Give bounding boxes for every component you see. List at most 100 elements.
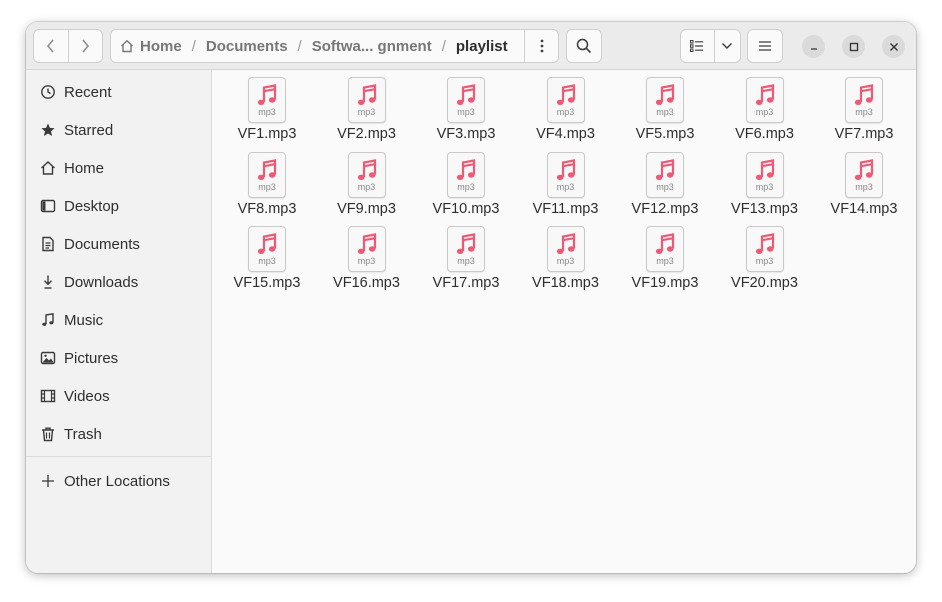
maximize-icon <box>849 42 858 51</box>
close-button[interactable] <box>882 35 905 58</box>
file-name: VF16.mp3 <box>333 275 400 291</box>
back-button[interactable] <box>34 30 68 62</box>
file-extension-label: mp3 <box>457 107 475 117</box>
file-item[interactable]: mp3 VF2.mp3 <box>317 77 417 149</box>
sidebar-divider <box>26 456 212 457</box>
main-menu-button[interactable] <box>747 29 783 63</box>
search-button[interactable] <box>566 29 602 63</box>
file-name: VF10.mp3 <box>432 200 500 217</box>
sidebar-item-label: Other Locations <box>64 472 170 490</box>
audio-file-icon: mp3 <box>347 151 386 198</box>
minimize-button[interactable] <box>802 35 825 58</box>
file-name: VF5.mp3 <box>635 126 695 142</box>
file-name: VF2.mp3 <box>337 126 396 142</box>
breadcrumb-separator: / <box>441 37 446 55</box>
file-name: VF6.mp3 <box>735 126 794 142</box>
file-name: VF13.mp3 <box>731 200 798 217</box>
navigation-buttons <box>33 29 103 63</box>
file-name: VF18.mp3 <box>532 275 599 291</box>
sidebar-item-label: Home <box>64 159 105 177</box>
sidebar-item-trash[interactable]: Trash <box>26 416 212 452</box>
file-item[interactable]: mp3 VF8.mp3 <box>217 151 317 224</box>
file-item[interactable]: mp3 VF5.mp3 <box>615 77 715 149</box>
view-options-dropdown[interactable] <box>713 30 740 62</box>
sidebar-item-documents[interactable]: Documents <box>26 226 212 262</box>
chevron-right-icon <box>82 39 90 53</box>
audio-file-icon: mp3 <box>347 77 386 123</box>
music-note-icon <box>456 84 476 105</box>
path-bar: Home / Documents / Softwa... gnment / pl… <box>110 29 559 63</box>
sidebar-item-videos[interactable]: Videos <box>26 378 212 414</box>
sidebar-item-downloads[interactable]: Downloads <box>26 264 212 300</box>
music-note-icon <box>655 84 675 105</box>
music-note-icon <box>556 233 575 254</box>
file-name: VF12.mp3 <box>631 200 699 217</box>
audio-file-icon: mp3 <box>248 77 286 123</box>
breadcrumb-current-folder[interactable]: playlist <box>456 38 508 55</box>
trash-icon <box>39 425 57 443</box>
music-note-icon <box>257 158 277 180</box>
file-item[interactable]: mp3 VF15.mp3 <box>217 226 317 298</box>
file-name: VF17.mp3 <box>432 275 500 291</box>
path-menu-button[interactable] <box>524 30 558 62</box>
file-item[interactable]: mp3 VF13.mp3 <box>715 151 815 224</box>
breadcrumb-home[interactable]: Home <box>140 38 182 55</box>
sidebar-item-pictures[interactable]: Pictures <box>26 340 212 376</box>
music-note-icon <box>357 84 376 105</box>
audio-file-icon: mp3 <box>546 151 585 198</box>
audio-file-icon: mp3 <box>845 151 883 198</box>
film-icon <box>39 387 57 405</box>
file-item[interactable]: mp3 VF4.mp3 <box>516 77 616 149</box>
file-item[interactable]: mp3 VF7.mp3 <box>814 77 914 149</box>
breadcrumb-software-assignment[interactable]: Softwa... gnment <box>312 38 432 55</box>
file-item[interactable]: mp3 VF1.mp3 <box>217 77 317 149</box>
file-item[interactable]: mp3 VF6.mp3 <box>715 77 815 149</box>
file-name: VF11.mp3 <box>532 200 599 217</box>
file-item[interactable]: mp3 VF11.mp3 <box>516 151 616 224</box>
sidebar-item-label: Recent <box>64 83 112 101</box>
music-note-icon <box>655 233 675 254</box>
audio-file-icon: mp3 <box>248 226 286 272</box>
file-extension-label: mp3 <box>855 181 873 192</box>
file-item[interactable]: mp3 VF9.mp3 <box>317 151 417 224</box>
home-icon[interactable] <box>120 39 134 53</box>
file-extension-label: mp3 <box>556 107 575 117</box>
audio-file-icon: mp3 <box>845 77 883 123</box>
file-item[interactable]: mp3 VF20.mp3 <box>715 226 815 298</box>
file-item[interactable]: mp3 VF17.mp3 <box>416 226 516 298</box>
sidebar-item-recent[interactable]: Recent <box>26 74 212 110</box>
audio-file-icon: mp3 <box>745 77 784 123</box>
breadcrumb-documents[interactable]: Documents <box>206 38 288 55</box>
sidebar-item-music[interactable]: Music <box>26 302 212 338</box>
audio-file-icon: mp3 <box>447 77 485 123</box>
file-extension-label: mp3 <box>755 181 774 192</box>
breadcrumb-separator: / <box>297 37 302 55</box>
sidebar-item-other-locations[interactable]: Other Locations <box>26 463 212 499</box>
sidebar-item-starred[interactable]: Starred <box>26 112 212 148</box>
desktop-icon <box>39 197 57 215</box>
file-item[interactable]: mp3 VF10.mp3 <box>416 151 516 224</box>
file-item[interactable]: mp3 VF16.mp3 <box>317 226 417 298</box>
forward-button[interactable] <box>67 30 102 62</box>
maximize-button[interactable] <box>842 35 865 58</box>
file-extension-label: mp3 <box>556 181 575 192</box>
file-item[interactable]: mp3 VF12.mp3 <box>615 151 715 224</box>
file-item[interactable]: mp3 VF19.mp3 <box>615 226 715 298</box>
sidebar-item-home[interactable]: Home <box>26 150 212 186</box>
headerbar: Home / Documents / Softwa... gnment / pl… <box>26 22 916 70</box>
audio-file-icon: mp3 <box>646 77 684 123</box>
file-extension-label: mp3 <box>258 107 276 117</box>
sidebar-item-desktop[interactable]: Desktop <box>26 188 212 224</box>
file-item[interactable]: mp3 VF18.mp3 <box>516 226 616 298</box>
file-name: VF15.mp3 <box>233 275 301 291</box>
sidebar: Recent Starred Home Desktop Documents Do… <box>26 70 212 573</box>
list-view-button[interactable] <box>681 30 714 62</box>
file-item[interactable]: mp3 VF14.mp3 <box>814 151 914 224</box>
file-item[interactable]: mp3 VF3.mp3 <box>416 77 516 149</box>
music-note-icon <box>257 84 277 105</box>
sidebar-item-label: Pictures <box>64 349 119 367</box>
file-name: VF4.mp3 <box>536 126 595 142</box>
music-note-icon <box>755 84 774 105</box>
audio-file-icon: mp3 <box>447 151 485 198</box>
file-extension-label: mp3 <box>755 256 774 266</box>
